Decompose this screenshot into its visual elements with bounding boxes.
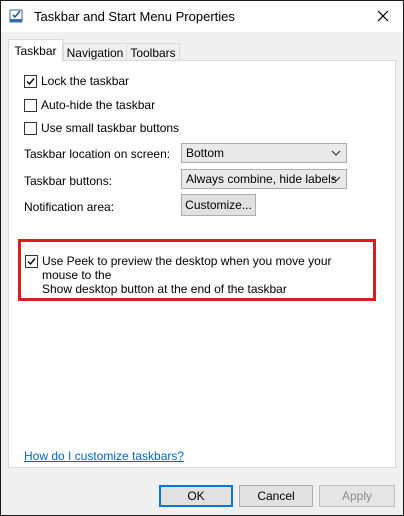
- notification-label: Notification area:: [24, 200, 115, 214]
- taskbar-properties-icon: [9, 8, 25, 24]
- tab-taskbar[interactable]: Taskbar: [8, 39, 63, 62]
- auto-hide-label: Auto-hide the taskbar: [41, 98, 156, 112]
- help-link[interactable]: How do I customize taskbars?: [24, 449, 184, 463]
- lock-taskbar-option[interactable]: Lock the taskbar: [24, 74, 129, 89]
- auto-hide-option[interactable]: Auto-hide the taskbar: [24, 98, 155, 113]
- customize-button[interactable]: Customize...: [181, 194, 256, 216]
- auto-hide-checkbox[interactable]: [24, 99, 37, 112]
- peek-checkbox[interactable]: [25, 255, 38, 268]
- peek-label-line1: Use Peek to preview the desktop when you…: [42, 254, 332, 282]
- lock-taskbar-label: Lock the taskbar: [41, 74, 130, 88]
- ok-button[interactable]: OK: [159, 485, 233, 507]
- location-label: Taskbar location on screen:: [24, 147, 171, 161]
- peek-label-line2: Show desktop button at the end of the ta…: [42, 282, 287, 296]
- checkmark-icon: [27, 258, 36, 266]
- location-select[interactable]: Bottom: [181, 143, 347, 163]
- apply-button[interactable]: Apply: [319, 485, 395, 507]
- chevron-down-icon: [331, 150, 341, 156]
- close-icon: [377, 10, 389, 22]
- cancel-button[interactable]: Cancel: [239, 485, 313, 507]
- window-title: Taskbar and Start Menu Properties: [34, 9, 235, 24]
- properties-dialog: Taskbar and Start Menu Properties Taskba…: [0, 0, 404, 516]
- lock-taskbar-checkbox[interactable]: [24, 75, 37, 88]
- close-button[interactable]: [371, 5, 395, 27]
- small-buttons-label: Use small taskbar buttons: [41, 121, 180, 135]
- small-buttons-option[interactable]: Use small taskbar buttons: [24, 121, 179, 136]
- checkmark-icon: [26, 78, 35, 86]
- chevron-down-icon: [331, 176, 341, 182]
- buttons-label: Taskbar buttons:: [24, 174, 113, 188]
- buttons-value: Always combine, hide labels: [186, 172, 337, 186]
- location-value: Bottom: [186, 146, 225, 160]
- peek-option[interactable]: Use Peek to preview the desktop when you…: [25, 254, 370, 296]
- title-bar: Taskbar and Start Menu Properties: [1, 1, 403, 32]
- buttons-select[interactable]: Always combine, hide labels: [181, 169, 347, 189]
- peek-label: Use Peek to preview the desktop when you…: [42, 254, 370, 296]
- small-buttons-checkbox[interactable]: [24, 122, 37, 135]
